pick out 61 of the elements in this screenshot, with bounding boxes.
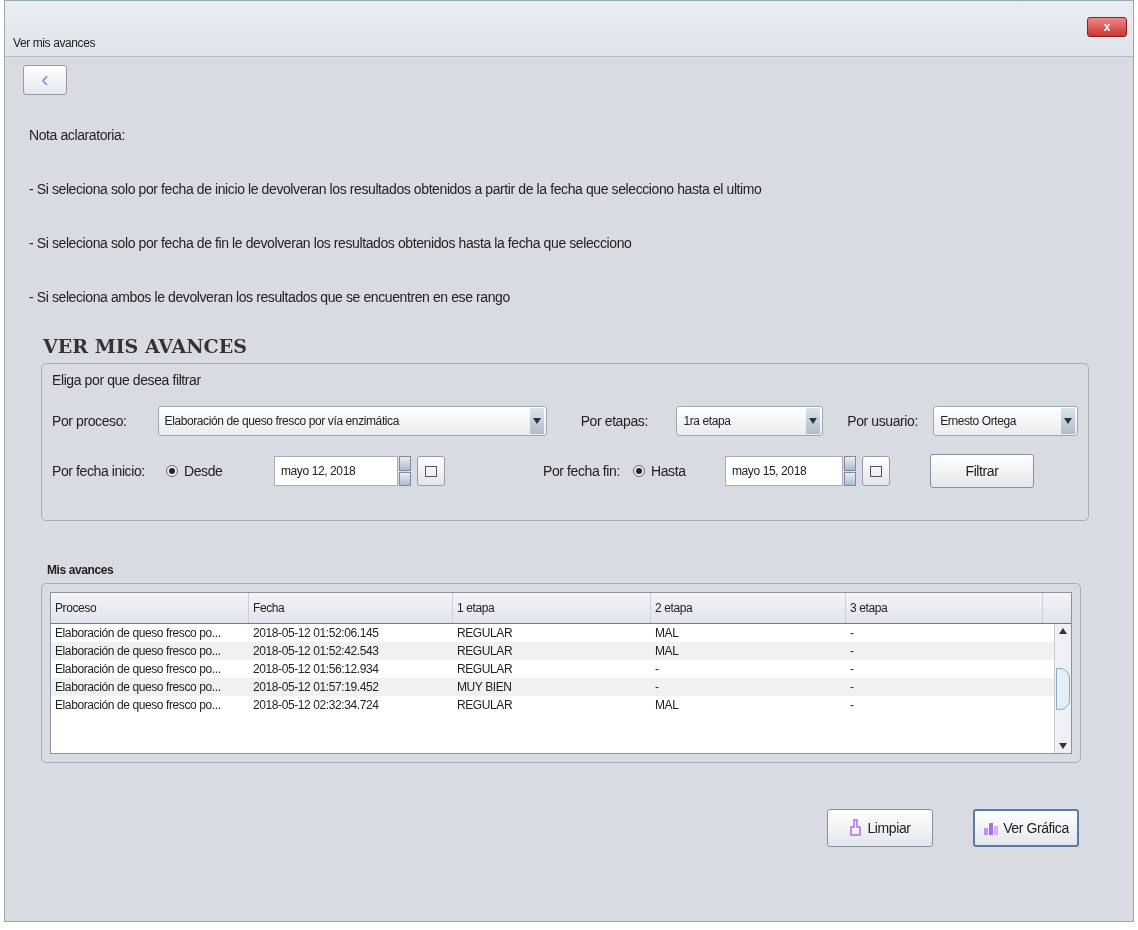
field-label: Por etapas: <box>580 413 649 429</box>
clear-button[interactable]: Limpiar <box>827 809 933 847</box>
spinner-icon[interactable] <box>399 456 411 486</box>
table-cell-text: REGULAR <box>456 698 514 712</box>
column-header[interactable]: 1 etapa <box>453 593 651 623</box>
column-header[interactable]: Fecha <box>249 593 453 623</box>
table-cell-text: - <box>849 680 855 694</box>
radio-button[interactable]: Desde <box>166 463 274 479</box>
table-cell-text: Elaboración de queso fresco po... <box>54 662 222 676</box>
table-cell-text: - <box>654 662 660 676</box>
table-cell-text: 2018-05-12 01:52:42.543 <box>252 644 380 658</box>
table-cell-text: Elaboración de queso fresco po... <box>54 698 222 712</box>
date-field[interactable]: mayo 12, 2018 <box>274 456 398 486</box>
user-dropdown[interactable]: Ernesto Ortega <box>933 406 1078 436</box>
table-cell-text: 2018-05-12 02:32:34.724 <box>252 698 380 712</box>
date-field[interactable]: mayo 15, 2018 <box>725 456 843 486</box>
field-label: Por proceso: <box>52 413 128 429</box>
column-header[interactable]: 2 etapa <box>651 593 846 623</box>
table-cell-text: - <box>849 662 855 676</box>
table-cell-text: - <box>849 644 855 658</box>
panel-title: Eliga por que desea filtrar <box>52 372 202 388</box>
table-cell-text: 2018-05-12 01:56:12.934 <box>252 662 380 676</box>
calendar-button[interactable] <box>862 456 890 486</box>
note-text: - Si seleciona solo por fecha de inicio le devolveran los resultados obtenidos a partir de la fecha que selecciono hasta el ultimo <box>29 181 763 197</box>
table-cell-text: MAL <box>654 626 680 640</box>
field-label: Por fecha inicio: <box>52 463 146 479</box>
spinner-icon[interactable] <box>844 456 856 486</box>
section-heading: VER MIS AVANCES <box>43 335 248 357</box>
process-dropdown[interactable]: Elaboración de queso fresco por vía enzimática <box>157 406 547 436</box>
table-cell-text: Elaboración de queso fresco po... <box>54 644 222 658</box>
bar-chart-icon <box>983 820 1000 836</box>
table-cell-text: REGULAR <box>456 644 514 658</box>
chart-button[interactable]: Ver Gráfica <box>973 809 1079 847</box>
scrollbar[interactable] <box>1054 624 1071 753</box>
table-cell-text: 2018-05-12 01:52:06.145 <box>252 626 380 640</box>
table-cell-text: 2018-05-12 01:57:19.452 <box>252 680 380 694</box>
table-cell-text: MAL <box>654 644 680 658</box>
table-cell-text: Elaboración de queso fresco po... <box>54 680 222 694</box>
note-text: - Si seleciona ambos le devolveran los resultados que se encuentren en ese rango <box>29 289 511 305</box>
note-text: - Si seleciona solo por fecha de fin le devolveran los resultados obtenidos hasta la fecha que selecciono <box>29 235 633 251</box>
calendar-button[interactable] <box>417 456 445 486</box>
table-cell-text: REGULAR <box>456 626 514 640</box>
column-header[interactable]: Proceso <box>51 593 249 623</box>
note-title: Nota aclaratoria: <box>29 127 126 143</box>
window-title: Ver mis avances <box>13 36 96 50</box>
close-button[interactable]: x <box>1087 17 1127 37</box>
table-title: Mis avances <box>47 563 115 577</box>
column-header[interactable]: 3 etapa <box>846 593 1043 623</box>
table-cell-text: - <box>849 626 855 640</box>
field-label: Por fecha fin: <box>543 463 621 479</box>
filter-button[interactable]: Filtrar <box>930 454 1034 488</box>
table-cell-text: MUY BIEN <box>456 680 513 694</box>
radio-button[interactable]: Hasta <box>633 463 725 479</box>
field-label: Por usuario: <box>847 413 919 429</box>
table-cell-text: - <box>654 680 660 694</box>
table-cell-text: REGULAR <box>456 662 514 676</box>
stage-dropdown[interactable]: 1ra etapa <box>676 406 824 436</box>
table-cell-text: - <box>849 698 855 712</box>
table-cell-text: MAL <box>654 698 680 712</box>
table-cell-text: Elaboración de queso fresco po... <box>54 626 222 640</box>
brush-icon <box>849 819 864 837</box>
